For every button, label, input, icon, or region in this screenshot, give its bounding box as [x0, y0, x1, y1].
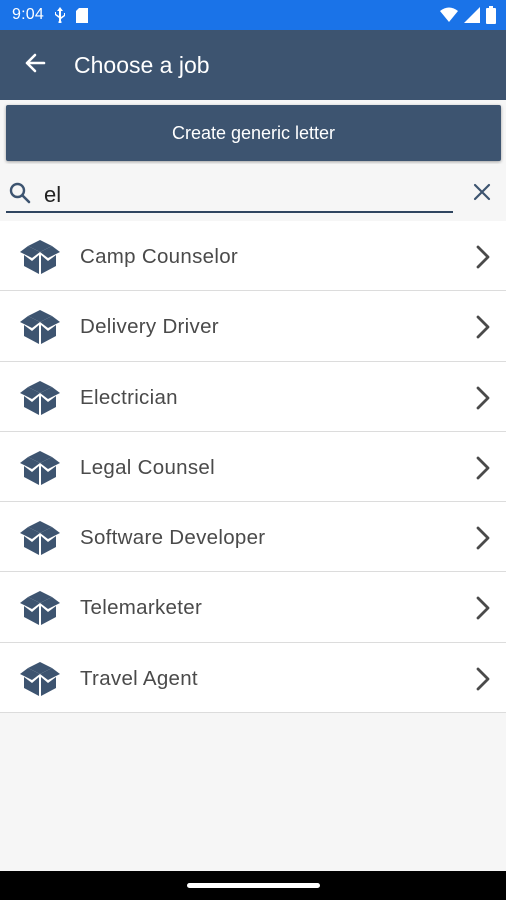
job-list-item[interactable]: Electrician [0, 362, 506, 432]
back-button[interactable] [16, 46, 54, 84]
open-box-icon [18, 306, 62, 346]
job-list-item[interactable]: Telemarketer [0, 572, 506, 643]
chevron-right-icon [470, 665, 494, 693]
open-box-icon [18, 587, 62, 627]
app-bar: Choose a job [0, 30, 506, 100]
job-list-item[interactable]: Delivery Driver [0, 291, 506, 362]
job-label: Camp Counselor [80, 245, 239, 268]
sd-card-icon [76, 7, 88, 28]
battery-icon [486, 6, 496, 29]
job-label: Telemarketer [80, 596, 203, 620]
open-box-icon [18, 377, 62, 417]
chevron-right-icon [470, 524, 494, 552]
search-underline [6, 211, 453, 213]
job-list-item[interactable]: Legal Counsel [0, 432, 506, 503]
clear-search-button[interactable] [468, 180, 496, 208]
job-list-item[interactable]: Camp Counselor [0, 221, 506, 292]
navigation-bar [0, 871, 506, 900]
job-label: Delivery Driver [80, 315, 219, 339]
open-box-icon [18, 517, 62, 557]
job-label: Legal Counsel [80, 455, 215, 479]
chevron-right-icon [470, 454, 494, 482]
wifi-icon [440, 7, 458, 28]
chevron-right-icon [470, 384, 494, 412]
page-title: Choose a job [74, 52, 210, 78]
arrow-left-icon [24, 52, 46, 79]
chevron-right-icon [470, 243, 494, 271]
create-generic-letter-button[interactable]: Create generic letter [6, 105, 501, 161]
home-gesture-handle[interactable] [187, 883, 320, 888]
signal-icon [464, 7, 480, 28]
open-box-icon [18, 236, 62, 276]
job-list: Camp Counselor Delivery Driver Electrici… [0, 221, 506, 714]
open-box-icon [18, 447, 62, 487]
close-icon [473, 183, 491, 206]
status-bar: 9:04 [0, 0, 506, 30]
search-input[interactable] [44, 180, 444, 210]
job-label: Travel Agent [80, 666, 198, 690]
search-bar [0, 164, 506, 220]
status-time: 9:04 [12, 6, 44, 23]
job-list-item[interactable]: Travel Agent [0, 643, 506, 714]
job-label: Electrician [80, 385, 178, 409]
usb-icon [54, 7, 66, 28]
search-icon [8, 181, 32, 205]
chevron-right-icon [470, 594, 494, 622]
chevron-right-icon [470, 313, 494, 341]
open-box-icon [18, 658, 62, 698]
job-list-item[interactable]: Software Developer [0, 502, 506, 573]
job-label: Software Developer [80, 526, 266, 550]
